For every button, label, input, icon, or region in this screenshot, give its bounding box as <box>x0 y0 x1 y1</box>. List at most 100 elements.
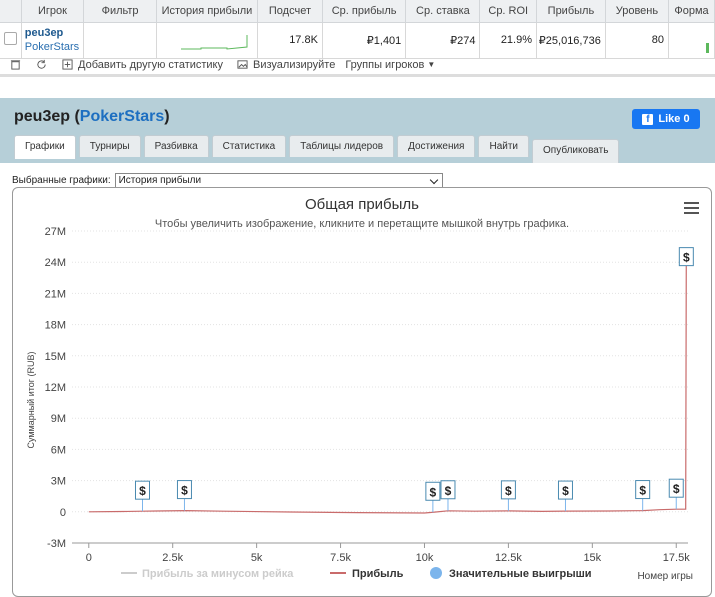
profit-history-sparkline <box>180 34 248 50</box>
col-header-count[interactable]: Подсчет <box>257 0 323 23</box>
chart-select-row: Выбранные графики: История прибыли <box>12 173 443 188</box>
facebook-like-button[interactable]: f Like 0 <box>632 109 700 129</box>
big-win-markers: $ $ $ $ $ $ $ $ $ <box>134 247 694 513</box>
y-tick-label: 24M <box>45 257 66 269</box>
avg-profit-cell: ₽1,401 <box>322 22 407 59</box>
svg-text:$: $ <box>181 484 188 498</box>
tab-find[interactable]: Найти <box>478 135 530 157</box>
add-stat-label: Добавить другую статистику <box>78 58 223 71</box>
svg-text:$: $ <box>505 484 512 498</box>
col-header-avg-stake[interactable]: Ср. ставка <box>405 0 481 23</box>
player-name-link[interactable]: peu3ep <box>25 27 79 39</box>
x-tick-label: 7.5k <box>330 552 351 564</box>
add-stat-button[interactable]: Добавить другую статистику <box>62 59 223 71</box>
avg-stake-cell: ₽274 <box>405 22 481 59</box>
svg-text:$: $ <box>683 251 690 265</box>
chart-select-label: Выбранные графики: <box>12 175 111 186</box>
profit-cell: ₽25,016,736 <box>536 22 606 59</box>
like-label: Like 0 <box>658 113 690 125</box>
svg-text:$: $ <box>673 482 680 496</box>
y-tick-label: 0 <box>60 507 66 519</box>
y-tick-label: 15M <box>45 351 66 363</box>
add-stat-icon <box>62 59 73 70</box>
profile-site-link[interactable]: PokerStars <box>80 108 165 125</box>
big-win-marker[interactable]: $ <box>500 480 516 511</box>
profit-history-cell <box>156 22 258 59</box>
profile-player-name: peu3ep <box>14 108 71 125</box>
col-header-profit[interactable]: Прибыль <box>536 0 606 23</box>
filter-cell[interactable] <box>83 22 157 59</box>
tab-breakdown[interactable]: Разбивка <box>143 135 209 157</box>
y-tick-label: 18M <box>45 320 66 332</box>
col-header-filter[interactable]: Фильтр <box>83 0 157 23</box>
legend-rake-label[interactable]: Прибыль за минусом рейка <box>142 568 294 580</box>
stats-toolbar: Добавить другую статистику Визуализируйт… <box>0 55 715 77</box>
image-icon <box>237 60 248 69</box>
facebook-icon: f <box>642 113 654 125</box>
visualize-label: Визуализируйте <box>253 58 336 71</box>
refresh-icon[interactable] <box>36 59 52 70</box>
col-header-avg-profit[interactable]: Ср. прибыль <box>322 0 407 23</box>
y-axis-ticks: -3M 0 3M 6M 9M 12M 15M 18M 21M 24M 27M <box>45 226 66 550</box>
col-header-profit-history[interactable]: История прибыли <box>156 0 258 23</box>
big-win-marker[interactable]: $ <box>557 480 573 512</box>
delete-icon[interactable] <box>10 59 26 70</box>
tab-achievements[interactable]: Достижения <box>397 135 476 157</box>
stats-table: Игрок Фильтр История прибыли Подсчет Ср.… <box>0 0 715 59</box>
tab-tournaments[interactable]: Турниры <box>78 135 141 157</box>
player-site-link[interactable]: PokerStars <box>25 41 79 53</box>
legend-profit-label[interactable]: Прибыль <box>352 568 404 580</box>
row-checkbox-cell[interactable] <box>0 22 22 59</box>
col-header-avg-roi[interactable]: Ср. ROI <box>479 0 538 23</box>
chart-subtitle: Чтобы увеличить изображение, кликните и … <box>155 218 569 230</box>
profile-panel: peu3ep (PokerStars) f Like 0 Графики Турн… <box>0 98 715 163</box>
chart-legend: Прибыль за минусом рейка Прибыль Значите… <box>121 567 592 580</box>
tab-statistics[interactable]: Статистика <box>211 135 287 157</box>
visualize-button[interactable]: Визуализируйте <box>237 59 335 71</box>
big-win-marker[interactable]: $ <box>134 480 150 512</box>
x-tick-label: 17.5k <box>663 552 690 564</box>
form-cell <box>668 22 715 59</box>
big-win-marker[interactable]: $ <box>635 480 651 511</box>
x-tick-label: 5k <box>251 552 263 564</box>
legend-big-wins-swatch <box>430 567 442 579</box>
player-cell[interactable]: peu3ep PokerStars <box>21 22 85 59</box>
player-groups-label: Группы игроков <box>345 58 425 71</box>
col-header-level[interactable]: Уровень <box>605 0 670 23</box>
y-tick-label: 27M <box>45 226 66 238</box>
row-checkbox[interactable] <box>3 32 17 45</box>
table-row: peu3ep PokerStars 17.8K ₽1,401 ₽274 21.9%… <box>0 22 715 59</box>
legend-big-wins-label[interactable]: Значительные выигрыши <box>449 568 592 580</box>
x-axis-ticks: 0 2.5k 5k 7.5k 10k 12.5k 15k 17.5k <box>72 542 690 564</box>
y-tick-label: 3M <box>51 476 66 488</box>
y-tick-label: 12M <box>45 382 66 394</box>
x-axis-label: Номер игры <box>637 571 693 582</box>
page-title: peu3ep (PokerStars) <box>14 108 170 125</box>
profit-line[interactable] <box>88 250 688 514</box>
y-tick-label: 6M <box>51 444 66 456</box>
x-tick-label: 12.5k <box>495 552 522 564</box>
svg-text:$: $ <box>639 484 646 498</box>
tab-charts[interactable]: Графики <box>14 135 76 159</box>
form-sparkline <box>706 42 709 53</box>
col-header-player[interactable]: Игрок <box>21 0 85 23</box>
big-win-marker[interactable]: $ <box>176 480 192 511</box>
avg-roi-cell: 21.9% <box>479 22 538 59</box>
player-groups-dropdown[interactable]: Группы игроков ▼ <box>345 59 435 71</box>
y-grid <box>72 230 688 544</box>
x-tick-label: 0 <box>86 552 92 564</box>
chart-series <box>88 250 688 514</box>
col-header-form[interactable]: Форма <box>668 0 715 23</box>
svg-text:$: $ <box>562 484 569 498</box>
x-tick-label: 2.5k <box>162 552 183 564</box>
tab-publish[interactable]: Опубликовать <box>532 139 620 163</box>
y-tick-label: 9M <box>51 413 66 425</box>
profit-chart[interactable]: Общая прибыль Чтобы увеличить изображени… <box>0 187 715 591</box>
select-all-header <box>0 0 22 23</box>
big-win-marker[interactable]: $ <box>668 478 684 510</box>
tab-leaderboards[interactable]: Таблицы лидеров <box>289 135 395 157</box>
big-win-marker[interactable]: $ <box>425 481 441 513</box>
big-win-marker[interactable]: $ <box>440 480 456 511</box>
chart-select[interactable]: История прибыли <box>114 173 443 188</box>
big-win-marker[interactable]: $ <box>678 247 694 267</box>
